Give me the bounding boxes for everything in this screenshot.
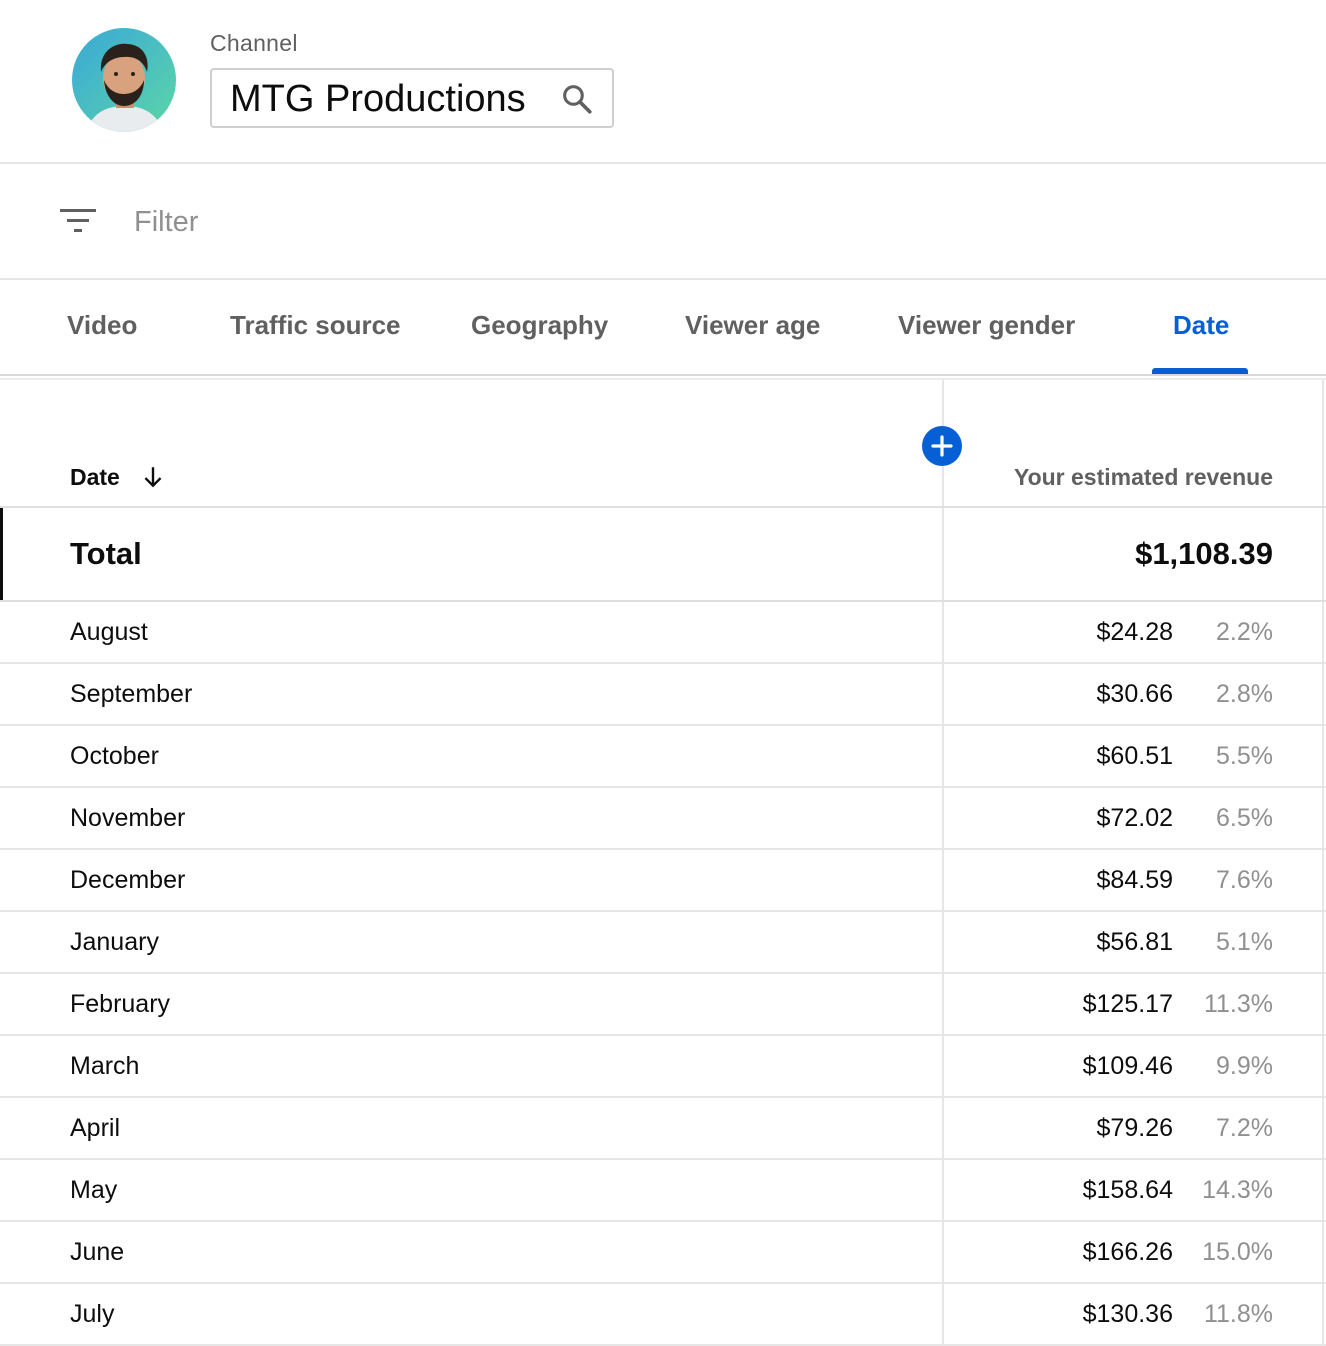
row-revenue: $84.59 (1096, 866, 1173, 894)
table-row[interactable]: November $72.02 6.5% (0, 788, 1326, 850)
row-revenue: $60.51 (1096, 742, 1173, 770)
row-revenue: $72.02 (1096, 804, 1173, 832)
active-tab-indicator (1152, 368, 1248, 374)
channel-name: MTG Productions (230, 78, 526, 120)
row-date: March (70, 1052, 140, 1080)
revenue-table: Date Your estimated revenue Total $1,108… (0, 378, 1326, 1346)
table-row[interactable]: March $109.46 9.9% (0, 1036, 1326, 1098)
tab-traffic-source[interactable]: Traffic source (230, 310, 401, 341)
tab-viewer-age[interactable]: Viewer age (685, 310, 820, 341)
table-row[interactable]: December $84.59 7.6% (0, 850, 1326, 912)
row-date: December (70, 866, 186, 894)
table-row[interactable]: August $24.28 2.2% (0, 602, 1326, 664)
avatar-image (72, 28, 176, 132)
dimension-tabs: Video Traffic source Geography Viewer ag… (0, 280, 1326, 376)
table-rows: August $24.28 2.2% September $30.66 2.8%… (0, 602, 1326, 1346)
row-percent: 5.5% (1216, 742, 1273, 770)
channel-selector[interactable]: MTG Productions (210, 68, 614, 128)
table-row[interactable]: June $166.26 15.0% (0, 1222, 1326, 1284)
row-percent: 2.2% (1216, 618, 1273, 646)
row-percent: 9.9% (1216, 1052, 1273, 1080)
row-date: November (70, 804, 186, 832)
row-percent: 2.8% (1216, 680, 1273, 708)
search-icon[interactable] (560, 82, 594, 116)
table-row[interactable]: May $158.64 14.3% (0, 1160, 1326, 1222)
row-revenue: $109.46 (1082, 1052, 1173, 1080)
row-date: June (70, 1238, 125, 1266)
table-row[interactable]: February $125.17 11.3% (0, 974, 1326, 1036)
table-row[interactable]: July $130.36 11.8% (0, 1284, 1326, 1346)
row-percent: 7.2% (1216, 1114, 1273, 1142)
row-date: February (70, 990, 171, 1018)
row-percent: 11.3% (1203, 990, 1273, 1018)
row-date: January (70, 928, 159, 956)
row-date: September (70, 680, 193, 708)
row-revenue: $56.81 (1096, 928, 1173, 956)
total-row-accent (0, 508, 3, 600)
row-date: May (70, 1176, 118, 1204)
channel-header: Channel MTG Productions (0, 0, 1326, 164)
row-percent: 15.0% (1202, 1238, 1273, 1266)
row-revenue: $130.36 (1082, 1300, 1173, 1328)
row-date: July (70, 1300, 115, 1328)
row-percent: 5.1% (1216, 928, 1273, 956)
tab-viewer-gender[interactable]: Viewer gender (898, 310, 1075, 341)
row-revenue: $79.26 (1096, 1114, 1173, 1142)
row-revenue: $24.28 (1096, 618, 1173, 646)
row-percent: 14.3% (1202, 1176, 1273, 1204)
row-revenue: $166.26 (1082, 1238, 1173, 1266)
plus-icon (931, 435, 953, 457)
total-label: Total (70, 536, 142, 571)
table-row[interactable]: January $56.81 5.1% (0, 912, 1326, 974)
arrow-down-icon[interactable] (140, 464, 166, 490)
total-value: $1,108.39 (1135, 536, 1273, 571)
revenue-column-header[interactable]: Your estimated revenue (1014, 464, 1273, 491)
table-row[interactable]: September $30.66 2.8% (0, 664, 1326, 726)
filter-bar (0, 164, 1326, 280)
row-date: October (70, 742, 159, 770)
channel-label: Channel (210, 30, 298, 56)
row-revenue: $125.17 (1082, 990, 1173, 1018)
date-column-header[interactable]: Date (70, 464, 120, 491)
total-row: Total $1,108.39 (0, 508, 1326, 602)
row-percent: 7.6% (1216, 866, 1273, 894)
tab-video[interactable]: Video (67, 310, 137, 341)
filter-input[interactable] (134, 202, 1234, 242)
avatar[interactable] (72, 28, 176, 132)
table-header-row: Date Your estimated revenue (0, 380, 1326, 508)
table-row[interactable]: April $79.26 7.2% (0, 1098, 1326, 1160)
table-row[interactable]: October $60.51 5.5% (0, 726, 1326, 788)
row-date: August (70, 618, 148, 646)
filter-icon[interactable] (58, 206, 98, 236)
add-column-button[interactable] (922, 426, 962, 466)
row-revenue: $158.64 (1082, 1176, 1173, 1204)
row-revenue: $30.66 (1096, 680, 1173, 708)
row-percent: 6.5% (1216, 804, 1273, 832)
analytics-page: Channel MTG Productions Video Traffic so… (0, 0, 1326, 1346)
tab-date[interactable]: Date (1173, 310, 1229, 341)
row-date: April (70, 1114, 121, 1142)
row-percent: 11.8% (1203, 1300, 1273, 1328)
tab-geography[interactable]: Geography (471, 310, 608, 341)
